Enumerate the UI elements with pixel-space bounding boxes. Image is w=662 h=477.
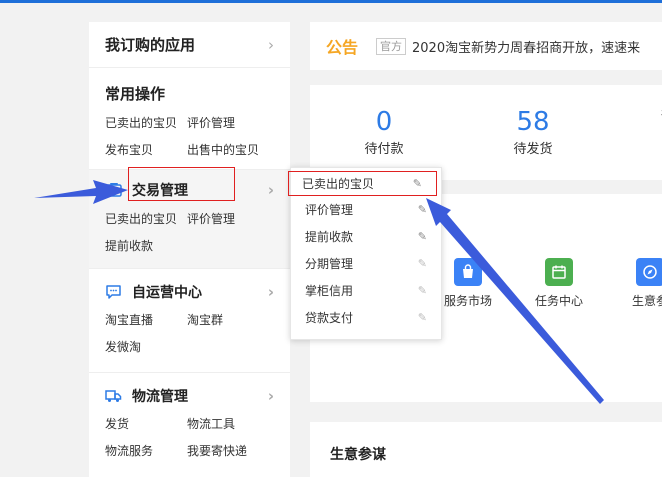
trade-icon [105,182,122,199]
order-stats-panel: 0 待付款 58 待发货 待评 [310,85,662,180]
subscribed-apps-header[interactable]: 我订购的应用 › [89,22,290,68]
chat-icon [105,284,122,301]
tool-label: 任务中心 [534,294,583,308]
menu-item-label: 已卖出的宝贝 [302,177,375,191]
link-review-mgmt[interactable]: 评价管理 [187,206,269,233]
task-icon [545,258,573,286]
link-send-express[interactable]: 我要寄快递 [187,438,269,465]
pin-icon[interactable]: ✎ [418,311,427,324]
trade-mgmt-highlight-box [128,167,235,201]
self-ops-section[interactable]: 自运营中心 › 淘宝直播 淘宝群 发微淘 [89,268,290,372]
menu-item-shop-credit[interactable]: 掌柜信用 ✎ [291,277,441,304]
compass-icon [636,258,662,286]
link-logistics-tools[interactable]: 物流工具 [187,411,269,438]
stat-label: 待评 [624,105,662,127]
top-accent-bar [0,0,662,3]
tool-label: 生意参 [631,294,662,308]
link-taobao-group[interactable]: 淘宝群 [187,307,269,334]
menu-item-label: 评价管理 [305,203,354,217]
chevron-right-icon[interactable]: › [268,181,274,199]
pin-icon[interactable]: ✎ [413,177,422,190]
stat-pending-payment[interactable]: 0 待付款 [334,105,434,161]
subscribed-apps-title: 我订购的应用 [105,36,196,54]
link-on-sale-items[interactable]: 出售中的宝贝 [187,137,269,164]
pin-icon[interactable]: ✎ [418,203,427,216]
stat-label: 待发货 [513,142,553,157]
common-ops-section: 常用操作 已卖出的宝贝 评价管理 发布宝贝 出售中的宝贝 [89,68,290,170]
business-advisor-panel: 生意参谋 [310,422,662,477]
stat-label: 待付款 [364,142,404,157]
chevron-right-icon[interactable]: › [268,283,274,301]
announcement-bar: 公告 官方 2020淘宝新势力周春招商开放，速速来 [310,22,662,70]
menu-item-label: 贷款支付 [305,311,354,325]
section-title: 物流管理 [132,389,188,405]
stat-value: 58 [516,107,550,137]
section-title: 自运营中心 [132,285,202,301]
menu-item-early-payment[interactable]: 提前收款 ✎ [291,223,441,250]
chevron-right-icon[interactable]: › [268,387,274,405]
link-sold-items[interactable]: 已卖出的宝贝 [105,110,187,137]
section-header: 自运营中心 › [105,277,274,307]
logistics-section[interactable]: 物流管理 › 发货 物流工具 物流服务 我要寄快递 [89,372,290,472]
chevron-right-icon[interactable]: › [268,36,274,54]
link-logistics-service[interactable]: 物流服务 [105,438,187,465]
market-icon [454,258,482,286]
link-post-weitao[interactable]: 发微淘 [105,334,187,361]
stat-value: 0 [375,107,393,137]
pin-icon[interactable]: ✎ [418,284,427,297]
tool-business-advisor[interactable]: 生意参 [610,258,662,309]
link-ship[interactable]: 发货 [105,411,187,438]
pin-icon[interactable]: ✎ [418,230,427,243]
section-header: 物流管理 › [105,381,274,411]
menu-item-loan-payment[interactable]: 贷款支付 ✎ [291,304,441,331]
link-sold-items[interactable]: 已卖出的宝贝 [105,206,187,233]
truck-icon [105,388,122,405]
announcement-label: 公告 [326,38,359,57]
stat-pending-review[interactable]: 待评 [624,105,662,127]
section-title: 常用操作 [105,84,166,103]
tool-task-center[interactable]: 任务中心 [519,258,599,309]
menu-item-installment[interactable]: 分期管理 ✎ [291,250,441,277]
panel-title: 生意参谋 [330,447,386,463]
link-taobao-live[interactable]: 淘宝直播 [105,307,187,334]
app-sidebar: 我订购的应用 › 常用操作 已卖出的宝贝 评价管理 发布宝贝 出售中的宝贝 交易… [89,22,290,477]
menu-item-label: 分期管理 [305,257,354,271]
link-review-mgmt[interactable]: 评价管理 [187,110,269,137]
stat-pending-shipment[interactable]: 58 待发货 [483,105,583,161]
menu-item-review-mgmt[interactable]: 评价管理 ✎ [291,196,441,223]
trade-mgmt-popup-menu: 已卖出的宝贝 ✎ 评价管理 ✎ 提前收款 ✎ 分期管理 ✎ 掌柜信用 ✎ 贷款支… [288,167,442,340]
pin-icon[interactable]: ✎ [418,257,427,270]
menu-item-label: 提前收款 [305,230,354,244]
link-early-payment[interactable]: 提前收款 [105,233,187,260]
menu-item-label: 掌柜信用 [305,284,354,298]
menu-item-sold-items[interactable]: 已卖出的宝贝 ✎ [288,171,437,196]
official-tag: 官方 [376,37,407,55]
announcement-link[interactable]: 2020淘宝新势力周春招商开放，速速来 [412,37,640,56]
link-publish-item[interactable]: 发布宝贝 [105,137,187,164]
